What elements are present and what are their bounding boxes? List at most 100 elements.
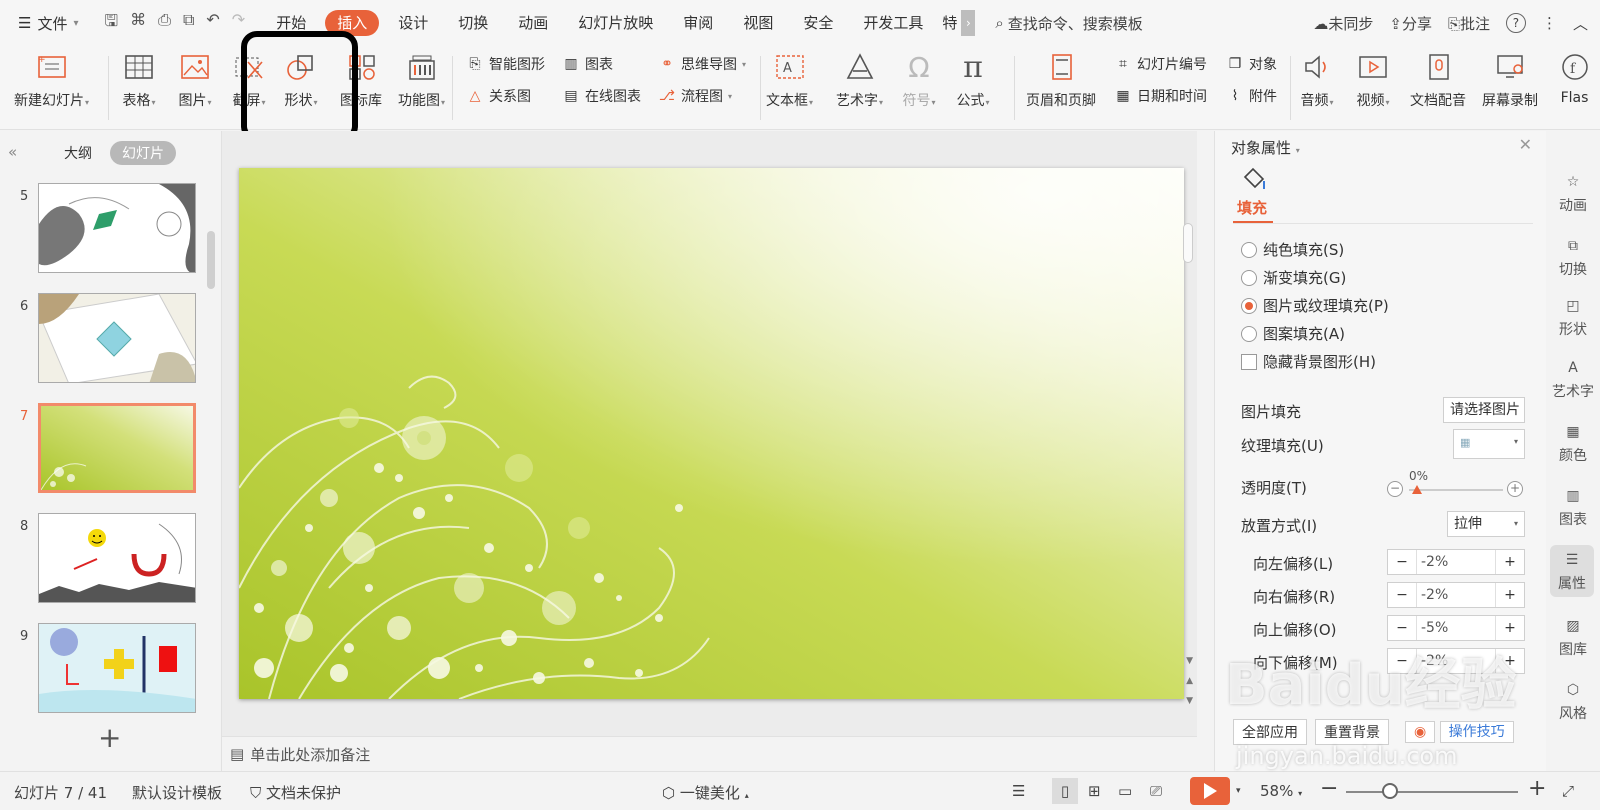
zoom-out-icon[interactable]: − [1320, 776, 1338, 801]
help-icon[interactable]: ? [1505, 13, 1526, 33]
tab-view[interactable]: 视图 [728, 10, 788, 36]
side-color-button[interactable]: ▦ 颜色 [1546, 421, 1600, 465]
presenter-view-icon[interactable]: ⎚ [1150, 782, 1162, 800]
offset-value[interactable]: -2% [1416, 583, 1496, 607]
tab-special[interactable]: 特 [938, 10, 961, 36]
slide-thumbnail[interactable]: 5 [0, 183, 210, 277]
side-gallery-button[interactable]: ▨ 图库 [1546, 615, 1600, 659]
side-wordart-button[interactable]: A 艺术字 [1546, 357, 1600, 401]
reset-background-button[interactable]: 重置背景 [1315, 719, 1389, 745]
increase-icon[interactable]: + [1507, 481, 1523, 497]
reading-view-icon[interactable]: ▭ [1118, 782, 1132, 800]
new-slide-button[interactable]: + 新建幻灯片 [14, 50, 89, 110]
formula-button[interactable]: π 公式 [956, 50, 990, 110]
side-properties-button[interactable]: ☰ 属性 [1550, 545, 1594, 597]
function-chart-button[interactable]: 功能图 [398, 50, 445, 110]
notes-bar[interactable]: ▤ 单击此处添加备注 [222, 736, 1197, 771]
offset-left-stepper[interactable]: − -2% + [1387, 549, 1525, 575]
play-slideshow-button[interactable] [1190, 777, 1230, 805]
protect-status[interactable]: ⛉ 文档未保护 [250, 782, 341, 803]
chart-button[interactable]: ▥ 图表 [562, 54, 613, 74]
texture-fill-select[interactable]: ▦ ▾ [1453, 429, 1525, 459]
chevron-down-icon[interactable]: ▾ [1236, 786, 1241, 796]
online-chart-button[interactable]: ▤ 在线图表 [562, 86, 641, 106]
print-preview-icon[interactable]: ⧉ [183, 10, 194, 37]
offset-top-stepper[interactable]: − -5% + [1387, 615, 1525, 641]
picture-texture-fill-option[interactable]: 图片或纹理填充(P) [1241, 295, 1389, 316]
tab-outline[interactable]: 大纲 [52, 141, 104, 165]
command-search[interactable]: ⌕ 查找命令、搜索模板 [995, 13, 1142, 34]
slider-knob[interactable] [1412, 485, 1422, 494]
relation-button[interactable]: △ 关系图 [466, 86, 531, 106]
picture-button[interactable]: 图片 [178, 50, 212, 110]
tips-link[interactable]: ◉ 操作技巧 [1397, 719, 1522, 745]
offset-right-stepper[interactable]: − -2% + [1387, 582, 1525, 608]
mindmap-button[interactable]: ⚭ 思维导图 ▾ [658, 54, 746, 74]
fit-window-icon[interactable]: ⤢ [1562, 782, 1574, 800]
plus-icon[interactable]: + [1496, 583, 1524, 607]
more-options-icon[interactable]: ⋮ [1542, 14, 1557, 32]
annotate-button[interactable]: ⎘批注 [1448, 13, 1490, 34]
print-icon[interactable]: ⎙ [158, 10, 171, 37]
collapse-ribbon-icon[interactable]: ︿ [1573, 13, 1588, 34]
apply-all-button[interactable]: 全部应用 [1233, 719, 1307, 745]
beautify-button[interactable]: ⬡ 一键美化 ▴ [662, 782, 749, 803]
slide-sorter-icon[interactable]: ⊞ [1088, 782, 1101, 800]
offset-value[interactable]: -5% [1416, 616, 1496, 640]
datetime-button[interactable]: ▦ 日期和时间 [1114, 86, 1207, 106]
notes-toggle-icon[interactable]: ☰ [1012, 782, 1025, 800]
side-animation-button[interactable]: ☆ 动画 [1546, 171, 1600, 215]
tab-fill[interactable]: 填充 [1237, 197, 1267, 218]
transparency-slider[interactable]: − 0% + [1387, 469, 1525, 499]
tab-review[interactable]: 审阅 [668, 10, 728, 36]
side-shape-button[interactable]: ◰ 形状 [1546, 295, 1600, 339]
tab-slideshow[interactable]: 幻灯片放映 [563, 10, 668, 36]
plus-icon[interactable]: + [1496, 649, 1524, 673]
tab-animation[interactable]: 动画 [503, 10, 563, 36]
slide-thumbnail[interactable]: 6 [0, 293, 210, 387]
normal-view-icon[interactable]: ▯ [1052, 778, 1078, 804]
pattern-fill-option[interactable]: 图案填充(A) [1241, 323, 1345, 344]
offset-value[interactable]: -2% [1416, 649, 1496, 673]
flowchart-button[interactable]: ⎇ 流程图 ▾ [658, 86, 732, 106]
share-button[interactable]: ⇪分享 [1389, 13, 1432, 34]
offset-bottom-stepper[interactable]: − -2% + [1387, 648, 1525, 674]
video-button[interactable]: 视频 [1356, 50, 1390, 110]
redo-icon[interactable]: ↷ [232, 10, 245, 37]
screen-record-button[interactable]: 屏幕录制 [1482, 50, 1539, 110]
zoom-in-icon[interactable]: + [1528, 776, 1546, 801]
pane-title[interactable]: 对象属性 ▾ [1231, 137, 1300, 158]
hide-bg-graphics-checkbox[interactable]: 隐藏背景图形(H) [1241, 351, 1376, 372]
side-transition-button[interactable]: ⧉ 切换 [1546, 235, 1600, 279]
slide-thumbnail[interactable]: 8 [0, 513, 210, 607]
tab-security[interactable]: 安全 [788, 10, 848, 36]
side-chart-button[interactable]: ▥ 图表 [1546, 485, 1600, 529]
smartart-button[interactable]: ⎘ 智能图形 [466, 54, 545, 74]
zoom-level[interactable]: 58% ▾ [1260, 782, 1302, 800]
plus-icon[interactable]: + [1496, 550, 1524, 574]
sync-button[interactable]: ☁未同步 [1313, 13, 1373, 34]
thumbnail-scrollbar[interactable] [207, 231, 215, 289]
minus-icon[interactable]: − [1388, 550, 1416, 574]
attachment-button[interactable]: ⌇ 附件 [1226, 86, 1277, 106]
solid-fill-option[interactable]: 纯色填充(S) [1241, 239, 1344, 260]
offset-value[interactable]: -2% [1416, 550, 1496, 574]
picture-fill-select[interactable]: 请选择图片 [1443, 397, 1525, 423]
zoom-slider[interactable] [1346, 791, 1518, 793]
file-menu[interactable]: ☰ 文件 ▾ [0, 13, 89, 34]
minus-icon[interactable]: − [1388, 583, 1416, 607]
table-button[interactable]: 表格 [122, 50, 156, 110]
zoom-slider-knob[interactable] [1382, 783, 1398, 799]
side-style-button[interactable]: ⬡ 风格 [1546, 679, 1600, 723]
symbol-button[interactable]: Ω 符号 [902, 50, 936, 110]
tab-transition[interactable]: 切换 [443, 10, 503, 36]
object-button[interactable]: ❐ 对象 [1226, 54, 1277, 74]
header-footer-button[interactable]: 页眉和页脚 [1026, 50, 1097, 110]
slide-thumbnail[interactable]: 9 [0, 623, 210, 717]
scroll-down-icon[interactable]: ▼ [1186, 651, 1193, 671]
template-name[interactable]: 默认设计模板 [132, 782, 222, 803]
minus-icon[interactable]: − [1388, 649, 1416, 673]
add-slide-button[interactable]: + [98, 721, 121, 754]
undo-icon[interactable]: ↶ [206, 10, 219, 37]
plus-icon[interactable]: + [1496, 616, 1524, 640]
